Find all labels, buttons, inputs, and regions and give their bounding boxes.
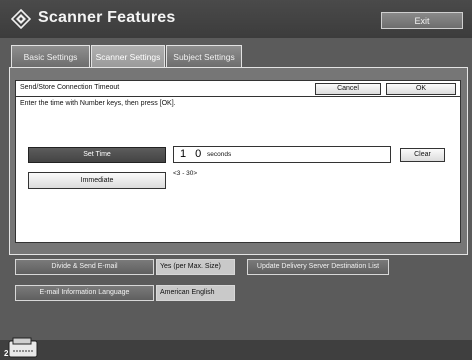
dialog-title: Send/Store Connection Timeout [20,84,120,91]
tab-scanner-settings[interactable]: Scanner Settings [91,45,165,68]
timeout-value-field[interactable]: 1 0 seconds [173,146,391,163]
timeout-dialog: Send/Store Connection Timeout Cancel OK … [15,80,461,243]
update-delivery-server-button[interactable]: Update Delivery Server Destination List [247,259,389,275]
status-strip [0,340,472,360]
diamond-logo-icon [11,9,31,29]
title-bar: Scanner Features Exit [0,0,472,38]
tab-subject-settings[interactable]: Subject Settings [166,45,242,68]
dialog-divider [16,96,460,97]
divide-send-email-button[interactable]: Divide & Send E-mail [15,259,154,275]
tab-basic-settings[interactable]: Basic Settings [11,45,90,68]
timeout-unit: seconds [207,151,232,158]
cancel-button[interactable]: Cancel [315,83,381,95]
counter-label: 2 [4,349,9,358]
ok-button[interactable]: OK [386,83,456,95]
clear-button[interactable]: Clear [400,148,445,162]
app-title: Scanner Features [38,9,176,26]
set-time-button[interactable]: Set Time [28,147,166,163]
range-hint: <3 - 30> [173,170,198,177]
divide-send-email-value: Yes (per Max. Size) [156,259,235,275]
email-language-button[interactable]: E-mail Information Language [15,285,154,301]
immediate-button[interactable]: Immediate [28,172,166,189]
email-language-value: American English [156,285,235,301]
scanner-features-screen: Scanner Features Exit Basic Settings Sca… [0,0,472,360]
exit-button[interactable]: Exit [381,12,463,29]
dialog-instruction: Enter the time with Number keys, then pr… [20,100,176,107]
timeout-value: 1 0 [180,148,205,160]
scanner-icon: 2 [4,337,38,358]
